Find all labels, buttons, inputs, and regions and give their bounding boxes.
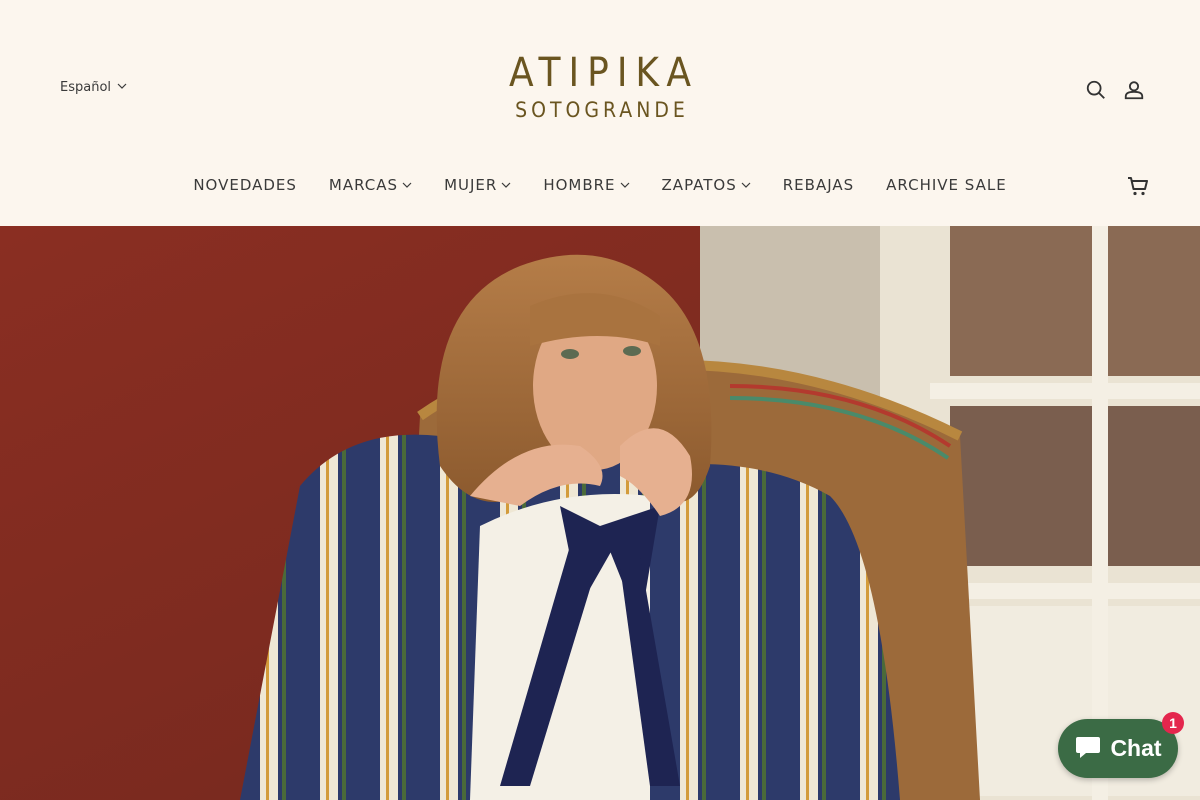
site-header: Español ATIPIKA SOTOGRANDE NOVEDADES MAR… [0,0,1200,226]
cart-icon[interactable] [1126,174,1150,198]
user-icon[interactable] [1122,78,1146,102]
chevron-down-icon [117,80,127,95]
chat-button[interactable]: Chat [1058,719,1178,778]
hero-illustration [0,226,1200,800]
nav-label: ZAPATOS [661,176,737,194]
chevron-down-icon [402,176,412,194]
chevron-down-icon [741,176,751,194]
nav-label: MARCAS [328,176,399,194]
chevron-down-icon [620,176,630,194]
nav-item-zapatos[interactable]: ZAPATOS [646,176,767,194]
nav-label: HOMBRE [543,176,616,194]
nav-label: ARCHIVE SALE [886,176,1007,194]
hero-image[interactable] [0,226,1200,800]
logo-line-2: SOTOGRANDE [515,98,689,122]
language-selector[interactable]: Español [60,80,127,95]
nav-label: REBAJAS [782,176,855,194]
nav-item-archive-sale[interactable]: ARCHIVE SALE [870,176,1023,194]
nav-label: MUJER [444,176,498,194]
main-nav: NOVEDADES MARCAS MUJER HOMBRE ZAPATOS RE… [0,176,1200,194]
nav-item-mujer[interactable]: MUJER [428,176,527,194]
language-label: Español [60,80,112,95]
header-icons [1084,78,1146,102]
nav-item-rebajas[interactable]: REBAJAS [767,176,870,194]
chat-bubble-icon [1074,733,1102,765]
nav-item-hombre[interactable]: HOMBRE [527,176,645,194]
chat-label: Chat [1110,735,1162,761]
chat-notification-badge: 1 [1162,712,1184,734]
search-icon[interactable] [1084,78,1108,102]
nav-item-marcas[interactable]: MARCAS [313,176,428,194]
logo-line-1: ATIPIKA [509,50,699,96]
chevron-down-icon [501,176,511,194]
nav-item-novedades[interactable]: NOVEDADES [177,176,313,194]
site-logo[interactable]: ATIPIKA SOTOGRANDE [480,50,720,124]
nav-label: NOVEDADES [193,176,297,194]
